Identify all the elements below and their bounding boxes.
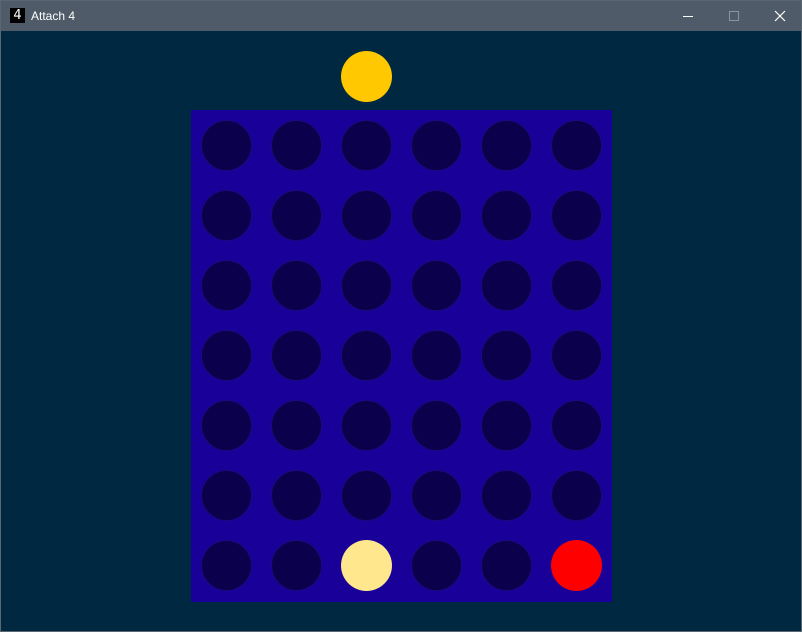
minimize-button[interactable]: [665, 1, 711, 31]
board-cell-empty[interactable]: [341, 260, 392, 311]
board-cell-empty[interactable]: [411, 470, 462, 521]
board-cell-empty[interactable]: [271, 260, 322, 311]
board-cell-empty[interactable]: [551, 190, 602, 241]
board-cell-empty[interactable]: [271, 400, 322, 451]
board-cell-empty[interactable]: [271, 470, 322, 521]
board-cell-empty[interactable]: [481, 470, 532, 521]
board-cell-empty[interactable]: [341, 400, 392, 451]
board-cell-empty[interactable]: [411, 190, 462, 241]
board-cell-empty[interactable]: [201, 260, 252, 311]
close-icon: [774, 10, 786, 22]
board-cell-empty[interactable]: [551, 120, 602, 171]
board-cell-empty[interactable]: [271, 120, 322, 171]
board-cell-empty[interactable]: [481, 120, 532, 171]
board-cell-empty[interactable]: [201, 120, 252, 171]
board-cell-empty[interactable]: [481, 400, 532, 451]
game-area[interactable]: [1, 31, 801, 631]
board-cell-empty[interactable]: [341, 120, 392, 171]
window-title: Attach 4: [31, 9, 76, 23]
app-window: 4 Attach 4: [0, 0, 802, 632]
close-button[interactable]: [757, 1, 802, 31]
preview-piece: [341, 51, 392, 102]
board-cell-empty[interactable]: [201, 470, 252, 521]
board-cell-empty[interactable]: [551, 470, 602, 521]
board-cell-empty[interactable]: [341, 190, 392, 241]
board-cell-empty[interactable]: [271, 330, 322, 381]
board-cell-empty[interactable]: [481, 190, 532, 241]
board-cell-empty[interactable]: [551, 330, 602, 381]
board-cell-empty[interactable]: [201, 540, 252, 591]
game-board[interactable]: [191, 110, 612, 602]
minimize-icon: [683, 16, 693, 17]
board-cell-red-piece[interactable]: [551, 540, 602, 591]
board-cell-empty[interactable]: [481, 330, 532, 381]
board-cell-empty[interactable]: [411, 400, 462, 451]
board-cell-empty[interactable]: [201, 190, 252, 241]
board-cell-empty[interactable]: [411, 120, 462, 171]
board-cell-empty[interactable]: [271, 190, 322, 241]
board-cell-empty[interactable]: [341, 470, 392, 521]
board-cell-empty[interactable]: [551, 400, 602, 451]
board-cell-empty[interactable]: [201, 330, 252, 381]
board-cell-empty[interactable]: [411, 540, 462, 591]
board-cell-empty[interactable]: [481, 260, 532, 311]
board-cell-empty[interactable]: [481, 540, 532, 591]
board-cell-empty[interactable]: [341, 330, 392, 381]
board-cell-empty[interactable]: [411, 260, 462, 311]
board-cell-empty[interactable]: [411, 330, 462, 381]
maximize-button[interactable]: [711, 1, 757, 31]
board-cell-light-yellow-piece[interactable]: [341, 540, 392, 591]
maximize-icon: [729, 11, 739, 21]
board-cell-empty[interactable]: [271, 540, 322, 591]
board-cell-empty[interactable]: [551, 260, 602, 311]
title-bar[interactable]: 4 Attach 4: [1, 1, 801, 31]
board-cell-empty[interactable]: [201, 400, 252, 451]
app-icon: 4: [10, 8, 25, 23]
